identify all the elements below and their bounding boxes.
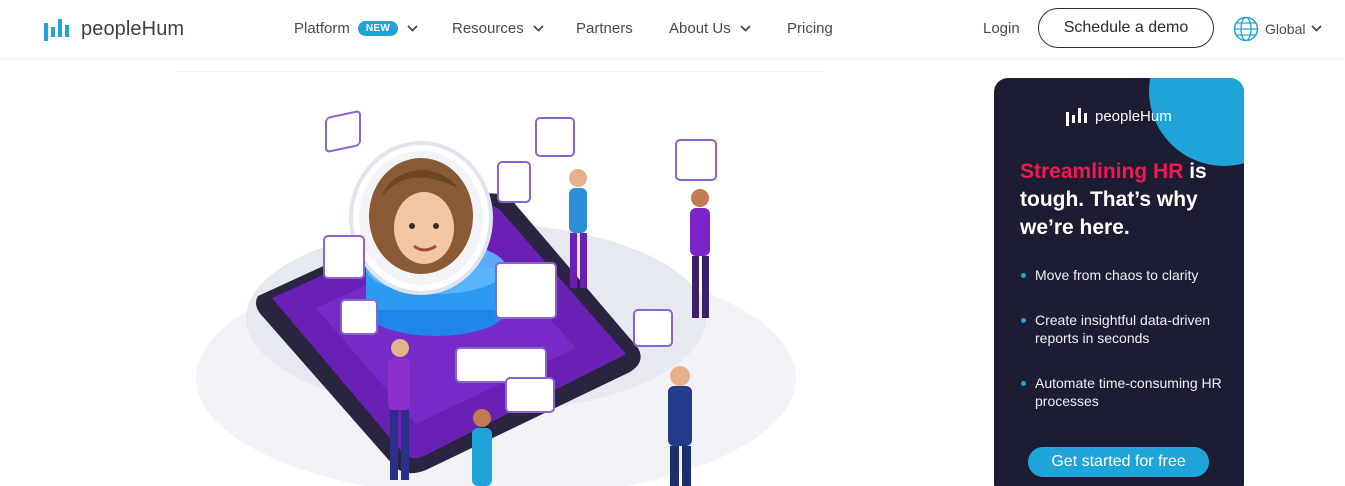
region-label: Global <box>1265 20 1306 37</box>
promo-bullet-list: Move from chaos to clarity Create insigh… <box>1020 266 1235 410</box>
nav-partners[interactable]: Partners <box>576 0 633 57</box>
logo-bars-icon <box>44 19 69 41</box>
new-badge: NEW <box>357 21 399 36</box>
promo-bullet: Move from chaos to clarity <box>1020 266 1235 284</box>
promo-heading: Streamlining HR is tough. That’s why we’… <box>1020 158 1230 242</box>
promo-bullet: Automate time-consuming HR processes <box>1020 374 1235 410</box>
nav-about-us-label: About Us <box>669 20 731 37</box>
globe-icon <box>1233 16 1259 41</box>
nav-partners-label: Partners <box>576 20 633 37</box>
get-started-button[interactable]: Get started for free <box>1028 447 1209 477</box>
nav-resources-label: Resources <box>452 20 524 37</box>
logo-bars-icon <box>1066 108 1087 126</box>
promo-logo: peopleHum <box>1066 106 1172 126</box>
site-header: peopleHum Platform NEW Resources Partner… <box>0 0 1345 57</box>
promo-logo-text: peopleHum <box>1095 107 1172 125</box>
nav-platform[interactable]: Platform NEW <box>294 0 418 57</box>
chevron-down-icon <box>533 25 544 32</box>
nav-pricing-label: Pricing <box>787 20 833 37</box>
chevron-down-icon <box>1311 25 1323 32</box>
logo[interactable]: peopleHum <box>43 14 184 44</box>
chevron-down-icon <box>407 25 418 32</box>
promo-heading-accent: Streamlining HR <box>1020 160 1184 183</box>
nav-platform-label: Platform <box>294 20 350 37</box>
isometric-hr-app-illustration <box>196 110 796 486</box>
nav-resources[interactable]: Resources <box>452 0 544 57</box>
hero-illustration <box>176 78 824 486</box>
nav-about-us[interactable]: About Us <box>669 0 751 57</box>
promo-card: peopleHum Streamlining HR is tough. That… <box>994 78 1244 486</box>
region-selector[interactable]: Global <box>1233 0 1323 57</box>
avatar-illustration <box>349 141 493 295</box>
schedule-demo-button[interactable]: Schedule a demo <box>1038 8 1214 48</box>
logo-text: peopleHum <box>81 17 185 40</box>
login-link[interactable]: Login <box>983 0 1020 57</box>
nav-pricing[interactable]: Pricing <box>787 0 833 57</box>
promo-bullet: Create insightful data-driven reports in… <box>1020 311 1235 347</box>
chevron-down-icon <box>740 25 751 32</box>
content-divider <box>176 71 824 72</box>
